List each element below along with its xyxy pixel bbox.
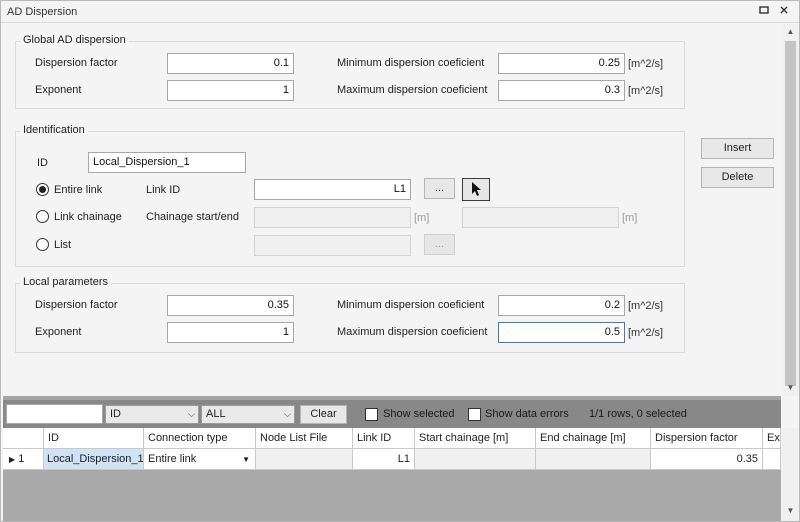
link-chainage-label[interactable]: Link chainage bbox=[54, 211, 122, 223]
chainage-start-unit: [m] bbox=[414, 212, 430, 224]
column-header-start-chainage[interactable]: Start chainage [m] bbox=[415, 428, 536, 449]
list-input[interactable] bbox=[254, 235, 411, 256]
column-select-value: ID bbox=[110, 408, 121, 420]
local-max-unit: [m^2/s] bbox=[628, 327, 664, 339]
column-header-id[interactable]: ID bbox=[44, 428, 144, 449]
table-cell-dispersion-factor[interactable]: 0.35 bbox=[651, 449, 763, 470]
list-label[interactable]: List bbox=[54, 239, 71, 251]
scroll-thumb[interactable] bbox=[785, 41, 796, 386]
close-icon[interactable] bbox=[777, 5, 791, 19]
global-dispersion-factor-input[interactable]: 0.1 bbox=[167, 53, 294, 74]
global-dispersion-factor-label: Dispersion factor bbox=[35, 57, 118, 69]
grid-corner bbox=[3, 428, 44, 449]
chainage-end-input[interactable] bbox=[462, 207, 619, 228]
local-max-coef-label: Maximum dispersion coeficient bbox=[337, 326, 488, 338]
table-cell-id[interactable]: Local_Dispersion_1 bbox=[44, 449, 144, 470]
table-cell-exponent[interactable] bbox=[763, 449, 781, 470]
column-header-exponent[interactable]: Ex bbox=[763, 428, 781, 449]
chevron-down-icon: ⌵ bbox=[188, 409, 195, 419]
global-max-coef-input[interactable]: 0.3 bbox=[498, 80, 625, 101]
show-data-errors-checkbox[interactable] bbox=[468, 408, 481, 421]
grid-vertical-scrollbar[interactable]: ▼ bbox=[782, 428, 799, 521]
chainage-end-unit: [m] bbox=[622, 212, 638, 224]
local-dispersion-factor-label: Dispersion factor bbox=[35, 299, 118, 311]
filter-select[interactable]: ALL ⌵ bbox=[201, 405, 295, 424]
link-chainage-radio[interactable] bbox=[36, 210, 49, 223]
form-vertical-scrollbar[interactable]: ▲ ▼ bbox=[782, 24, 799, 396]
connection-type-value: Entire link bbox=[148, 453, 197, 465]
global-exponent-label: Exponent bbox=[35, 84, 82, 96]
scroll-up-icon[interactable]: ▲ bbox=[782, 25, 799, 39]
identification-group-title: Identification bbox=[20, 124, 88, 136]
row-status-text: 1/1 rows, 0 selected bbox=[589, 408, 687, 420]
global-group-title: Global AD dispersion bbox=[20, 34, 129, 46]
id-input[interactable]: Local_Dispersion_1 bbox=[88, 152, 246, 173]
table-cell-end-chainage[interactable] bbox=[536, 449, 651, 470]
table-cell-connection-type[interactable]: Entire link ▼ bbox=[144, 449, 256, 470]
local-exponent-input[interactable]: 1 bbox=[167, 322, 294, 343]
column-header-connection-type[interactable]: Connection type bbox=[144, 428, 256, 449]
row-number: 1 bbox=[18, 453, 25, 465]
local-min-unit: [m^2/s] bbox=[628, 300, 664, 312]
chainage-start-input[interactable] bbox=[254, 207, 411, 228]
data-grid: ID Connection type Node List File Link I… bbox=[3, 428, 781, 521]
grid-toolbar: ID ⌵ ALL ⌵ Clear Show selected Show data… bbox=[3, 400, 781, 428]
global-max-unit: [m^2/s] bbox=[628, 85, 664, 97]
global-min-coef-label: Minimum dispersion coeficient bbox=[337, 57, 485, 69]
local-min-coef-input[interactable]: 0.2 bbox=[498, 295, 625, 316]
filter-select-value: ALL bbox=[206, 408, 226, 420]
column-header-link-id[interactable]: Link ID bbox=[353, 428, 415, 449]
show-selected-label[interactable]: Show selected bbox=[383, 408, 455, 420]
table-cell-link-id[interactable]: L1 bbox=[353, 449, 415, 470]
show-selected-checkbox[interactable] bbox=[365, 408, 378, 421]
chainage-start-end-label: Chainage start/end bbox=[146, 211, 239, 223]
local-max-coef-input[interactable]: 0.5 bbox=[498, 322, 625, 343]
scroll-down-icon[interactable]: ▼ bbox=[782, 381, 799, 395]
global-max-coef-label: Maximum dispersion coeficient bbox=[337, 84, 488, 96]
row-header[interactable]: ▶ 1 bbox=[3, 449, 44, 470]
list-browse-button[interactable]: ... bbox=[424, 234, 455, 255]
global-exponent-input[interactable]: 1 bbox=[167, 80, 294, 101]
column-header-end-chainage[interactable]: End chainage [m] bbox=[536, 428, 651, 449]
ad-dispersion-window: AD Dispersion Global AD dispersion Dispe… bbox=[0, 0, 800, 522]
table-cell-start-chainage[interactable] bbox=[415, 449, 536, 470]
entire-link-radio[interactable] bbox=[36, 183, 49, 196]
global-min-coef-input[interactable]: 0.25 bbox=[498, 53, 625, 74]
insert-button[interactable]: Insert bbox=[701, 138, 774, 159]
cursor-arrow-icon bbox=[472, 182, 481, 196]
grid-search-input[interactable] bbox=[6, 404, 103, 424]
link-id-browse-button[interactable]: ... bbox=[424, 178, 455, 199]
global-min-unit: [m^2/s] bbox=[628, 58, 664, 70]
link-id-input[interactable]: L1 bbox=[254, 179, 411, 200]
grid-scroll-down-icon[interactable]: ▼ bbox=[782, 506, 799, 515]
link-id-label: Link ID bbox=[146, 184, 181, 196]
clear-button[interactable]: Clear bbox=[300, 405, 347, 424]
show-data-errors-label[interactable]: Show data errors bbox=[485, 408, 569, 420]
delete-button[interactable]: Delete bbox=[701, 167, 774, 188]
table-cell-node-list-file[interactable] bbox=[256, 449, 353, 470]
column-select[interactable]: ID ⌵ bbox=[105, 405, 199, 424]
entire-link-label[interactable]: Entire link bbox=[54, 184, 102, 196]
row-indicator-icon: ▶ bbox=[9, 455, 16, 464]
list-radio[interactable] bbox=[36, 238, 49, 251]
title-bar: AD Dispersion bbox=[1, 1, 799, 23]
id-label: ID bbox=[37, 157, 48, 169]
dropdown-arrow-icon[interactable]: ▼ bbox=[242, 449, 250, 469]
chevron-down-icon: ⌵ bbox=[284, 409, 291, 419]
restore-icon[interactable] bbox=[757, 5, 771, 19]
local-dispersion-factor-input[interactable]: 0.35 bbox=[167, 295, 294, 316]
window-title: AD Dispersion bbox=[7, 6, 78, 18]
pick-link-button[interactable] bbox=[462, 178, 490, 201]
column-header-dispersion-factor[interactable]: Dispersion factor bbox=[651, 428, 763, 449]
local-min-coef-label: Minimum dispersion coeficient bbox=[337, 299, 485, 311]
local-group-title: Local parameters bbox=[20, 276, 111, 288]
column-header-node-list-file[interactable]: Node List File bbox=[256, 428, 353, 449]
local-exponent-label: Exponent bbox=[35, 326, 82, 338]
